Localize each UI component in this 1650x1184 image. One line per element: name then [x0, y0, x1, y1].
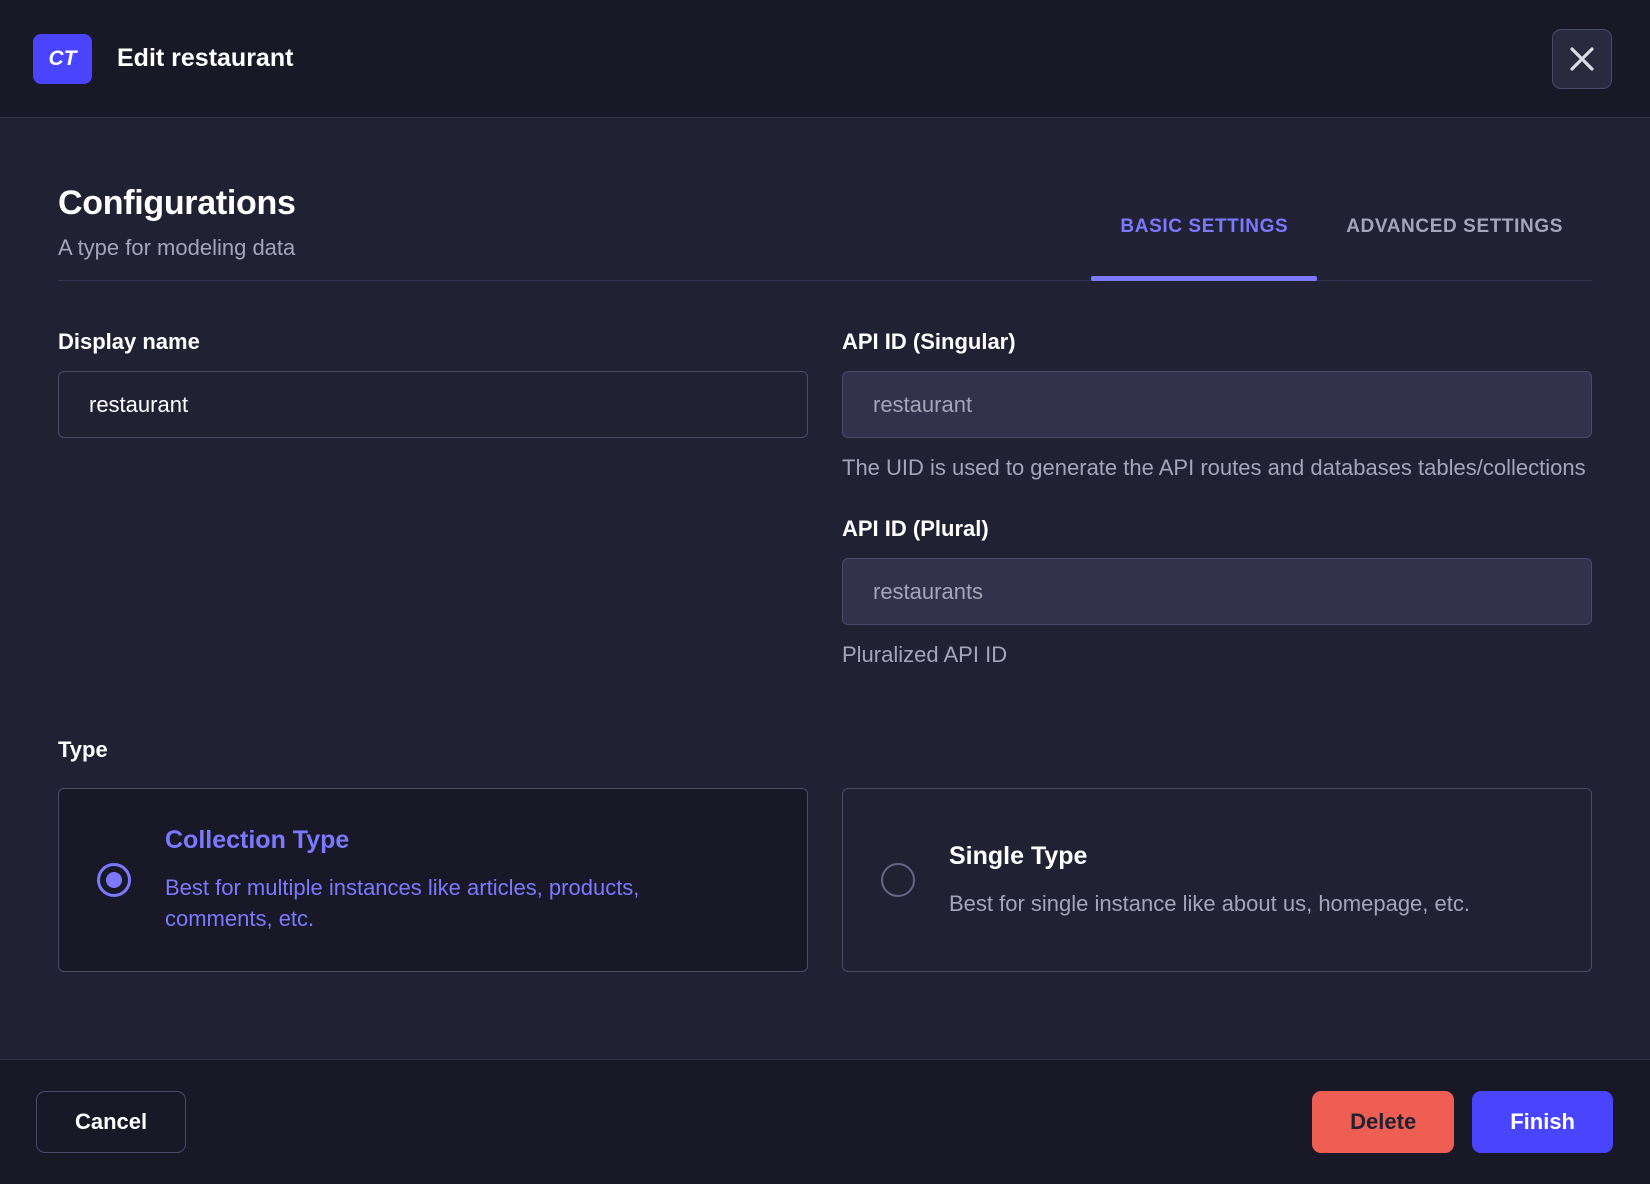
modal-title: Edit restaurant — [117, 44, 293, 73]
display-name-label: Display name — [58, 329, 808, 355]
content-type-badge-label: CT — [49, 47, 77, 71]
type-option-collection-title: Collection Type — [165, 826, 747, 855]
modal-footer: Cancel Delete Finish — [0, 1059, 1650, 1184]
type-option-single-title: Single Type — [949, 842, 1470, 871]
close-icon — [1568, 45, 1596, 73]
radio-dot — [106, 872, 122, 888]
edit-content-type-modal: CT Edit restaurant Configurations A type… — [0, 0, 1650, 1184]
api-id-singular-hint: The UID is used to generate the API rout… — [842, 453, 1592, 483]
tab-advanced-settings[interactable]: ADVANCED SETTINGS — [1317, 216, 1592, 280]
intro-text: Configurations A type for modeling data — [58, 184, 296, 280]
type-option-collection-description: Best for multiple instances like article… — [165, 872, 747, 934]
tab-advanced-settings-label: ADVANCED SETTINGS — [1346, 216, 1563, 237]
page-title: Configurations — [58, 184, 296, 223]
tab-basic-settings-label: BASIC SETTINGS — [1120, 216, 1288, 237]
finish-button[interactable]: Finish — [1472, 1091, 1613, 1153]
api-id-plural-label: API ID (Plural) — [842, 516, 1592, 542]
content-type-badge: CT — [33, 34, 92, 84]
modal-header: CT Edit restaurant — [0, 0, 1650, 118]
page-subtitle: A type for modeling data — [58, 235, 296, 261]
type-option-single-description: Best for single instance like about us, … — [949, 888, 1470, 919]
radio-unselected-icon — [881, 863, 915, 897]
type-section: Type Collection Type Best for multiple i… — [58, 737, 1592, 972]
cancel-button[interactable]: Cancel — [36, 1091, 186, 1153]
type-option-single-text: Single Type Best for single instance lik… — [949, 842, 1530, 919]
type-option-collection[interactable]: Collection Type Best for multiple instan… — [58, 788, 808, 972]
footer-actions: Delete Finish — [1312, 1091, 1613, 1153]
api-id-plural-input — [842, 558, 1592, 625]
type-cards: Collection Type Best for multiple instan… — [58, 788, 1592, 972]
radio-selected-icon — [97, 863, 131, 897]
api-id-plural-field: API ID (Plural) Pluralized API ID — [842, 516, 1592, 670]
api-id-singular-input — [842, 371, 1592, 438]
active-tab-underline — [1091, 276, 1317, 281]
intro-row: Configurations A type for modeling data … — [58, 118, 1592, 281]
close-button[interactable] — [1552, 29, 1612, 89]
form-column-right: API ID (Singular) The UID is used to gen… — [842, 329, 1592, 670]
api-id-singular-label: API ID (Singular) — [842, 329, 1592, 355]
form-column-left: Display name — [58, 329, 808, 670]
type-option-collection-text: Collection Type Best for multiple instan… — [165, 826, 807, 934]
form-grid: Display name API ID (Singular) The UID i… — [58, 329, 1592, 670]
delete-button[interactable]: Delete — [1312, 1091, 1454, 1153]
display-name-input[interactable] — [58, 371, 808, 438]
display-name-field: Display name — [58, 329, 808, 438]
modal-body: Configurations A type for modeling data … — [0, 118, 1650, 1059]
type-label: Type — [58, 737, 1592, 763]
api-id-singular-field: API ID (Singular) The UID is used to gen… — [842, 329, 1592, 483]
type-option-single[interactable]: Single Type Best for single instance lik… — [842, 788, 1592, 972]
settings-tabs: BASIC SETTINGS ADVANCED SETTINGS — [1091, 216, 1592, 280]
api-id-plural-hint: Pluralized API ID — [842, 640, 1592, 670]
tab-basic-settings[interactable]: BASIC SETTINGS — [1091, 216, 1317, 280]
